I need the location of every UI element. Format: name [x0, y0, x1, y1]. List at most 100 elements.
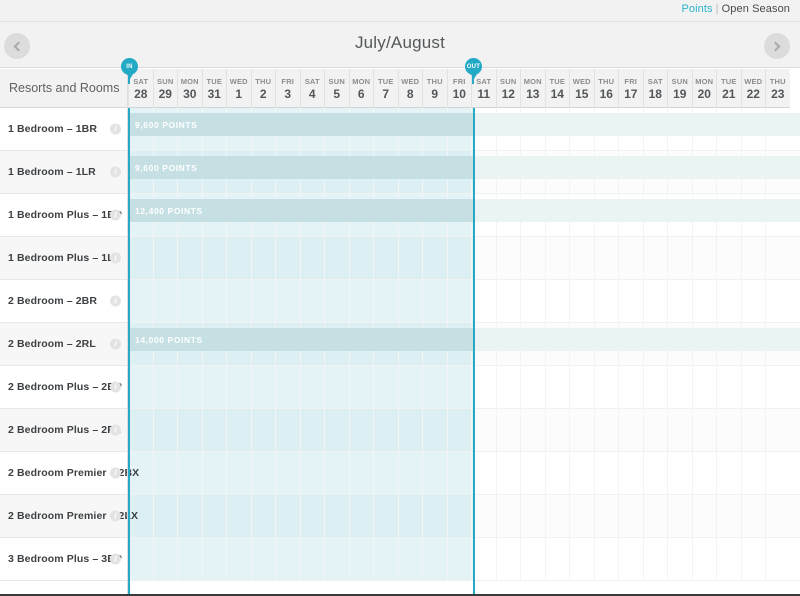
prev-month-button[interactable] — [4, 33, 30, 59]
calendar-cell[interactable] — [642, 280, 668, 323]
calendar-cell[interactable] — [765, 538, 790, 581]
date-header-cell[interactable]: WED 15 — [569, 69, 594, 108]
calendar-cell[interactable] — [667, 409, 692, 452]
calendar-cell[interactable] — [324, 366, 349, 409]
calendar-cell[interactable] — [642, 495, 668, 538]
room-row[interactable]: 1 Bedroom Plus – 1BP i — [0, 194, 128, 237]
check-out-pin[interactable]: OUT — [465, 58, 482, 75]
open-season-link[interactable]: Open Season — [722, 3, 790, 15]
calendar-cell[interactable] — [446, 280, 472, 323]
calendar-cell[interactable] — [569, 452, 594, 495]
room-row[interactable]: 1 Bedroom – 1BR i — [0, 108, 128, 151]
calendar-cell[interactable] — [226, 452, 251, 495]
calendar-cell[interactable] — [765, 366, 790, 409]
calendar-cell[interactable] — [152, 409, 178, 452]
calendar-cell[interactable] — [324, 280, 349, 323]
calendar-cell[interactable] — [716, 237, 741, 280]
calendar-cell[interactable] — [667, 495, 692, 538]
calendar-cell[interactable] — [569, 280, 594, 323]
calendar-cell[interactable] — [593, 237, 619, 280]
calendar-cell[interactable] — [226, 409, 251, 452]
calendar-cell[interactable] — [593, 366, 619, 409]
calendar-cell[interactable] — [250, 452, 276, 495]
calendar-cell[interactable] — [373, 280, 398, 323]
calendar-cell[interactable] — [275, 452, 300, 495]
calendar-cell[interactable] — [373, 366, 398, 409]
calendar-cell[interactable] — [250, 366, 276, 409]
calendar-cell[interactable] — [740, 366, 766, 409]
calendar-cell[interactable] — [397, 452, 423, 495]
calendar-cell[interactable] — [324, 538, 349, 581]
calendar-cell[interactable] — [765, 409, 790, 452]
calendar-cell[interactable] — [250, 495, 276, 538]
calendar-cell[interactable] — [324, 495, 349, 538]
calendar-cell[interactable] — [618, 538, 643, 581]
calendar-cell[interactable] — [177, 280, 202, 323]
date-header-cell[interactable]: FRI 3 — [275, 69, 300, 108]
date-header-cell[interactable]: THU 9 — [422, 69, 447, 108]
date-header-cell[interactable]: SUN 29 — [152, 69, 178, 108]
date-header-cell[interactable]: MON 6 — [348, 69, 374, 108]
room-row[interactable]: 2 Bedroom Premier – 2LX i — [0, 495, 138, 538]
calendar-cell[interactable] — [152, 538, 178, 581]
calendar-cell[interactable] — [740, 409, 766, 452]
date-header-cell[interactable]: MON 13 — [520, 69, 545, 108]
calendar-cell[interactable] — [765, 452, 790, 495]
calendar-cell[interactable] — [348, 495, 374, 538]
calendar-cell[interactable] — [152, 495, 178, 538]
room-row[interactable]: 2 Bedroom Premier – 2BX i — [0, 452, 139, 495]
calendar-cell[interactable] — [128, 280, 153, 323]
calendar-cell[interactable] — [201, 409, 227, 452]
date-header-cell[interactable]: TUE 21 — [716, 69, 741, 108]
calendar-cell[interactable] — [152, 280, 178, 323]
calendar-cell[interactable] — [299, 409, 325, 452]
calendar-cell[interactable] — [299, 237, 325, 280]
calendar-cell[interactable] — [373, 409, 398, 452]
calendar-cell[interactable] — [373, 495, 398, 538]
calendar-cell[interactable] — [152, 452, 178, 495]
calendar-cell[interactable] — [520, 452, 545, 495]
calendar-cell[interactable] — [544, 495, 570, 538]
calendar-cell[interactable] — [348, 237, 374, 280]
calendar-cell[interactable] — [299, 280, 325, 323]
calendar-cell[interactable] — [569, 538, 594, 581]
date-header-cell[interactable]: FRI 17 — [618, 69, 643, 108]
info-icon[interactable]: i — [110, 209, 121, 221]
calendar-cell[interactable] — [446, 237, 472, 280]
calendar-cell[interactable] — [765, 495, 790, 538]
calendar-cell[interactable] — [397, 495, 423, 538]
calendar-cell[interactable] — [716, 452, 741, 495]
room-row[interactable]: 2 Bedroom – 2RL i — [0, 323, 128, 366]
calendar-cell[interactable] — [397, 280, 423, 323]
calendar-cell[interactable] — [250, 538, 276, 581]
calendar-cell[interactable] — [495, 366, 521, 409]
calendar-cell[interactable] — [495, 452, 521, 495]
calendar-cell[interactable] — [544, 409, 570, 452]
calendar-cell[interactable] — [177, 495, 202, 538]
calendar-cell[interactable] — [544, 237, 570, 280]
date-header-cell[interactable]: SAT 18 — [642, 69, 668, 108]
calendar-cell[interactable] — [128, 538, 153, 581]
calendar-cell[interactable] — [618, 280, 643, 323]
calendar-cell[interactable] — [422, 366, 447, 409]
calendar-cell[interactable] — [128, 366, 153, 409]
calendar-cell[interactable] — [422, 538, 447, 581]
room-row[interactable]: 1 Bedroom – 1LR i — [0, 151, 128, 194]
calendar-cell[interactable] — [642, 237, 668, 280]
calendar-cell[interactable] — [691, 280, 717, 323]
calendar-cell[interactable] — [765, 280, 790, 323]
date-header-cell[interactable]: TUE 31 — [201, 69, 227, 108]
calendar-cell[interactable] — [520, 237, 545, 280]
calendar-cell[interactable] — [152, 366, 178, 409]
date-header-cell[interactable]: SAT 4 — [299, 69, 325, 108]
calendar-cell[interactable] — [544, 366, 570, 409]
calendar-cell[interactable] — [740, 452, 766, 495]
calendar-cell[interactable] — [373, 538, 398, 581]
calendar-cell[interactable] — [446, 366, 472, 409]
calendar-cell[interactable] — [422, 409, 447, 452]
date-header-cell[interactable]: SUN 5 — [324, 69, 349, 108]
date-header-cell[interactable]: WED 1 — [226, 69, 251, 108]
calendar-cell[interactable] — [275, 409, 300, 452]
calendar-cell[interactable] — [275, 538, 300, 581]
calendar-cell[interactable] — [520, 495, 545, 538]
